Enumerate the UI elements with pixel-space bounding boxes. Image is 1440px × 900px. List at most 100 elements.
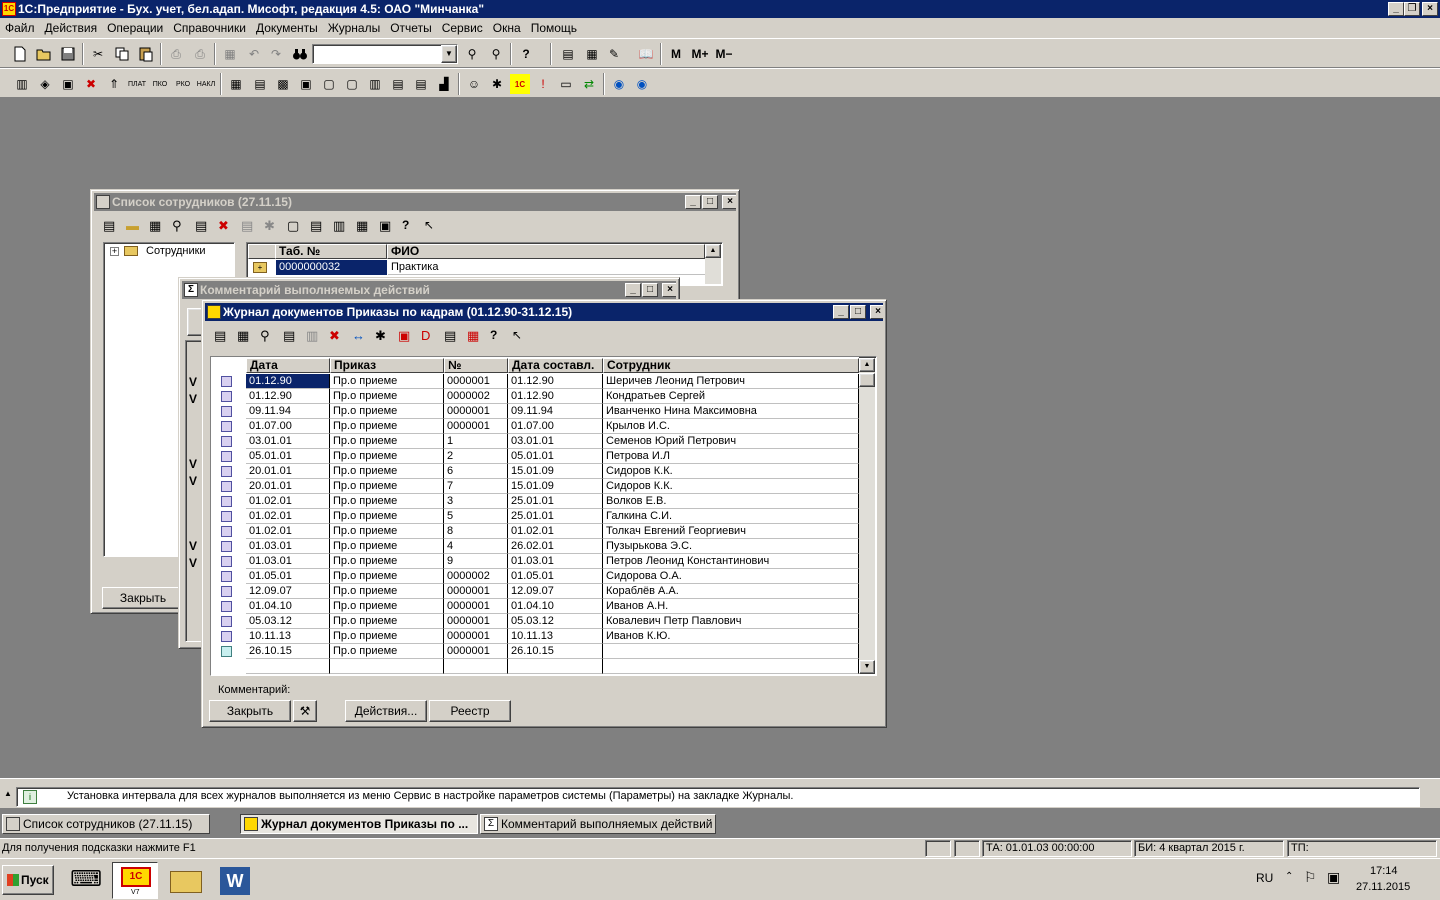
find-icon[interactable]: ⚲ — [172, 218, 182, 234]
internet-icon[interactable]: ◉ — [632, 74, 652, 94]
movements-icon[interactable]: ▤ — [444, 328, 456, 344]
menu-help[interactable]: Помощь — [526, 18, 582, 38]
row-number[interactable]: 5 — [444, 509, 508, 524]
employees-window-title-bar[interactable]: Список сотрудников (27.11.15) _ □ × — [94, 193, 736, 211]
row-date[interactable]: 01.04.10 — [246, 599, 330, 614]
empty-cell[interactable] — [603, 659, 859, 674]
copy-item-icon[interactable]: ▤ — [195, 218, 207, 234]
row-date[interactable]: 01.03.01 — [246, 554, 330, 569]
book-icon[interactable]: 📖 — [636, 44, 656, 64]
row-employee[interactable]: Кораблёв А.А. — [603, 584, 859, 599]
row-date[interactable]: 10.11.13 — [246, 629, 330, 644]
find-next-icon[interactable]: ⚲ — [462, 44, 482, 64]
group-icon[interactable]: ✱ — [264, 218, 275, 234]
empty-cell[interactable] — [330, 659, 444, 674]
close-button[interactable]: × — [870, 305, 883, 319]
row-order[interactable]: Пр.о приеме — [330, 554, 444, 569]
report-4-icon[interactable]: ▣ — [296, 74, 316, 94]
1c-taskbar-app[interactable]: 1C V7 — [112, 862, 158, 899]
calendar-icon[interactable]: ▦ — [582, 44, 602, 64]
report-6-icon[interactable]: ▢ — [342, 74, 362, 94]
row-order[interactable]: Пр.о приеме — [330, 584, 444, 599]
row-date[interactable]: 20.01.01 — [246, 479, 330, 494]
memory-plus-button[interactable]: M+ — [688, 44, 712, 64]
print-icon[interactable]: ⎙ — [166, 44, 186, 64]
clone-icon[interactable]: ▥ — [306, 328, 318, 344]
row-number[interactable]: 0000002 — [444, 389, 508, 404]
journal-window[interactable]: Журнал документов Приказы по кадрам (01.… — [201, 299, 887, 728]
row-number[interactable]: 0000002 — [444, 569, 508, 584]
row-number[interactable]: 0000001 — [444, 629, 508, 644]
row-compiled-date[interactable]: 12.09.07 — [508, 584, 603, 599]
col-order[interactable]: Приказ — [330, 358, 444, 373]
new-item-icon[interactable]: ▤ — [103, 218, 115, 234]
print-preview-icon[interactable]: ⎙ — [190, 44, 210, 64]
registry-button[interactable]: Реестр — [429, 700, 511, 722]
report-5-icon[interactable]: ▢ — [319, 74, 339, 94]
row-order[interactable]: Пр.о приеме — [330, 509, 444, 524]
row-compiled-date[interactable]: 25.01.01 — [508, 509, 603, 524]
edit-item-icon[interactable]: ▦ — [149, 218, 161, 234]
col-date[interactable]: Дата — [246, 358, 330, 373]
row-employee[interactable]: Иванов К.Ю. — [603, 629, 859, 644]
clock-date[interactable]: 27.11.2015 — [1356, 881, 1410, 893]
row-order[interactable]: Пр.о приеме — [330, 539, 444, 554]
tray-expand-icon[interactable]: ⌃ — [1285, 871, 1293, 882]
chevron-down-icon[interactable]: ▼ — [441, 45, 457, 63]
row-employee[interactable]: Толкач Евгений Георгиевич — [603, 524, 859, 539]
edit-document-icon[interactable]: ▦ — [237, 328, 249, 344]
row-order[interactable]: Пр.о приеме — [330, 374, 444, 389]
row-number[interactable]: 3 — [444, 494, 508, 509]
cash-receipt-icon[interactable]: ПКО — [150, 74, 170, 94]
menu-service[interactable]: Сервис — [437, 18, 488, 38]
list-icon[interactable]: ▤ — [310, 218, 322, 234]
help-icon[interactable]: ? — [516, 44, 536, 64]
row-number[interactable]: 6 — [444, 464, 508, 479]
row-order[interactable]: Пр.о приеме — [330, 449, 444, 464]
row-compiled-date[interactable]: 26.02.01 — [508, 539, 603, 554]
row-date[interactable]: 01.02.01 — [246, 524, 330, 539]
row-order[interactable]: Пр.о приеме — [330, 464, 444, 479]
find-icon[interactable]: ⚲ — [260, 328, 270, 344]
row-employee[interactable]: Кондратьев Сергей — [603, 389, 859, 404]
word-app-icon[interactable]: W — [214, 863, 258, 897]
report-2-icon[interactable]: ▤ — [250, 74, 270, 94]
1c-logo-icon[interactable]: 1С — [510, 74, 530, 94]
col-number[interactable]: № — [444, 358, 508, 373]
row-number[interactable]: 0000001 — [444, 404, 508, 419]
row-order[interactable]: Пр.о приеме — [330, 434, 444, 449]
journal-table[interactable]: Дата Приказ № Дата составл. Сотрудник 01… — [210, 356, 877, 676]
menu-windows[interactable]: Окна — [488, 18, 526, 38]
scroll-up-icon[interactable]: ▲ — [705, 244, 721, 258]
properties-icon[interactable]: ▦ — [220, 44, 240, 64]
col-employee[interactable]: Сотрудник — [603, 358, 859, 373]
row-number[interactable]: 0000001 — [444, 614, 508, 629]
interval-icon[interactable]: ↔ — [352, 328, 365, 343]
row-order[interactable]: Пр.о приеме — [330, 479, 444, 494]
menu-references[interactable]: Справочники — [168, 18, 251, 38]
row-compiled-date[interactable]: 01.05.01 — [508, 569, 603, 584]
invoice-icon[interactable]: НАКЛ — [196, 74, 216, 94]
row-date[interactable]: 01.03.01 — [246, 539, 330, 554]
row-date[interactable]: 01.02.01 — [246, 494, 330, 509]
edit-icon[interactable]: ✎ — [604, 44, 624, 64]
language-indicator[interactable]: RU — [1256, 871, 1273, 885]
minimize-button[interactable]: _ — [1388, 2, 1404, 16]
scrollbar[interactable]: ▲ — [705, 244, 721, 284]
close-button[interactable]: × — [1422, 2, 1438, 16]
row-compiled-date[interactable]: 10.11.13 — [508, 629, 603, 644]
row-date[interactable]: 05.03.12 — [246, 614, 330, 629]
memory-minus-button[interactable]: M− — [712, 44, 736, 64]
row-date[interactable]: 03.01.01 — [246, 434, 330, 449]
new-document-icon[interactable]: ▤ — [214, 328, 226, 344]
row-compiled-date[interactable]: 26.10.15 — [508, 644, 603, 659]
taskbar-comment-window[interactable]: Σ Комментарий выполняемых действий — [480, 814, 716, 834]
hierarchy-icon[interactable]: ▢ — [287, 218, 299, 234]
journal-close-button[interactable]: Закрыть — [209, 700, 291, 722]
delete-item-icon[interactable]: ✖ — [218, 218, 229, 234]
row-compiled-date[interactable]: 05.03.12 — [508, 614, 603, 629]
row-compiled-date[interactable]: 01.02.01 — [508, 524, 603, 539]
expand-icon[interactable]: + — [110, 247, 119, 256]
bar-chart-icon[interactable]: ▟ — [434, 74, 454, 94]
journal-icon[interactable]: ▣ — [58, 74, 78, 94]
